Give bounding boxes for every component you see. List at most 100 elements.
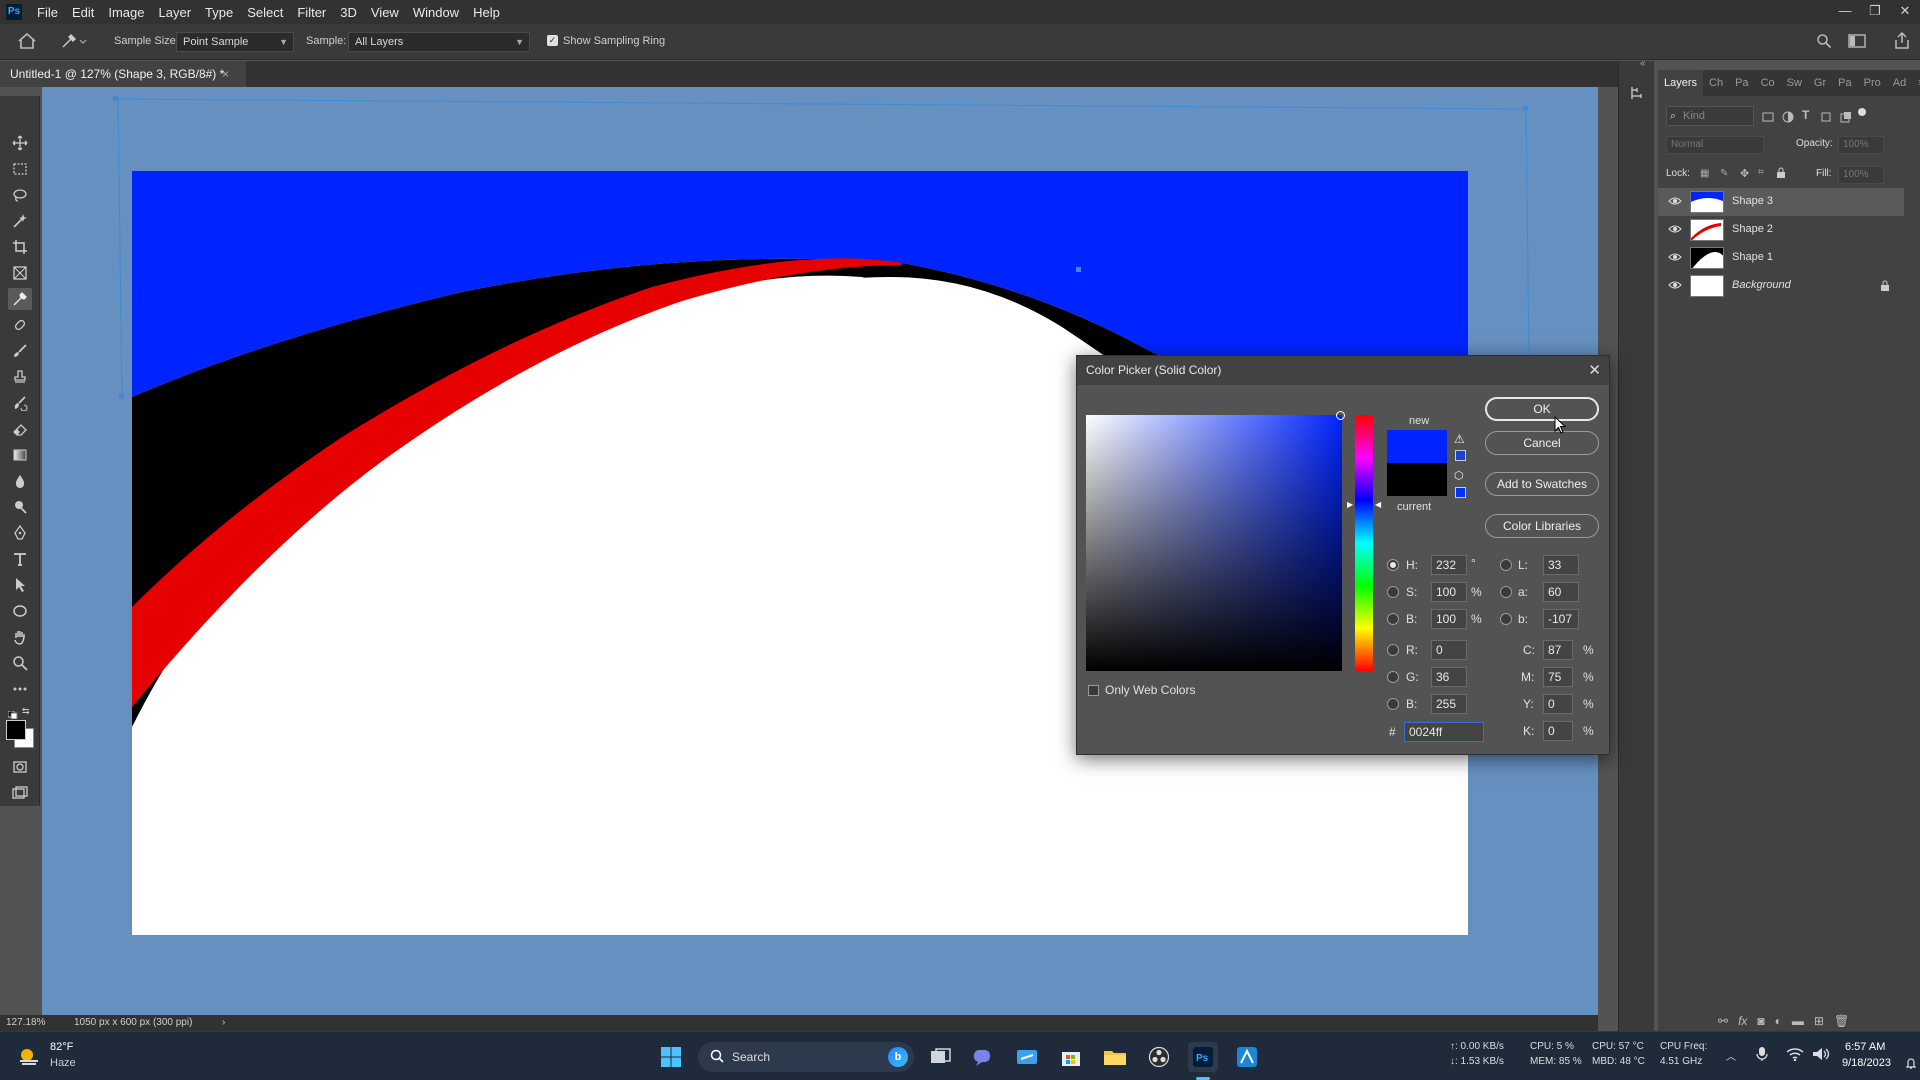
ellipse-tool-icon[interactable] — [8, 600, 32, 622]
web-safe-color-swatch[interactable] — [1455, 487, 1466, 498]
tab-channels[interactable]: Ch — [1703, 70, 1729, 96]
properties-panel-icon[interactable] — [1629, 85, 1645, 106]
dodge-tool-icon[interactable] — [8, 496, 32, 518]
eyedropper-tool-icon[interactable] — [8, 288, 32, 310]
panel-menu-icon[interactable]: ≡ — [1912, 70, 1920, 96]
bing-icon[interactable]: b — [888, 1047, 908, 1067]
lock-image-icon[interactable]: ✎ — [1720, 168, 1728, 179]
fill-field[interactable]: 100% — [1838, 166, 1884, 184]
menu-type[interactable]: Type — [198, 5, 240, 20]
tab-paths[interactable]: Pa — [1729, 70, 1754, 96]
hand-tool-icon[interactable] — [8, 626, 32, 648]
green-radio[interactable] — [1387, 671, 1399, 683]
lock-artboard-icon[interactable]: ⌗ — [1758, 167, 1764, 178]
move-tool-icon[interactable] — [8, 132, 32, 154]
color-libraries-button[interactable]: Color Libraries — [1485, 514, 1599, 538]
cyan-field[interactable]: 87 — [1543, 640, 1573, 660]
opacity-field[interactable]: 100% — [1838, 136, 1884, 154]
adjustment-layer-icon[interactable]: ◐ — [1775, 1014, 1782, 1028]
visibility-eye-icon[interactable] — [1668, 252, 1682, 265]
hue-slider[interactable] — [1355, 415, 1373, 671]
lasso-tool-icon[interactable] — [8, 184, 32, 206]
workspace-icon[interactable] — [1848, 33, 1866, 52]
layer-row-shape-3[interactable]: Shape 3 — [1658, 188, 1904, 216]
lab-b-radio[interactable] — [1500, 613, 1512, 625]
lab-l-field[interactable]: 33 — [1543, 555, 1579, 575]
lab-l-radio[interactable] — [1500, 559, 1512, 571]
green-field[interactable]: 36 — [1431, 667, 1467, 687]
menu-view[interactable]: View — [364, 5, 406, 20]
foreground-color-swatch[interactable] — [6, 720, 26, 740]
dialog-close-button[interactable]: ✕ — [1588, 356, 1601, 385]
history-brush-tool-icon[interactable] — [8, 392, 32, 414]
task-view-icon[interactable] — [926, 1042, 956, 1072]
dialog-titlebar[interactable]: Color Picker (Solid Color) ✕ — [1077, 356, 1609, 385]
lock-all-icon[interactable] — [1776, 166, 1786, 184]
status-menu-arrow[interactable]: › — [222, 1015, 225, 1031]
visibility-eye-icon[interactable] — [1668, 196, 1682, 209]
magenta-field[interactable]: 75 — [1543, 667, 1573, 687]
pen-tool-icon[interactable] — [8, 522, 32, 544]
blur-tool-icon[interactable] — [8, 470, 32, 492]
teams-chat-icon[interactable] — [968, 1042, 998, 1072]
swap-colors-icon[interactable]: ⇆ — [22, 706, 30, 717]
blend-mode-select[interactable]: Normal — [1666, 136, 1764, 154]
menu-image[interactable]: Image — [101, 5, 151, 20]
tab-adjustments[interactable]: Ad — [1887, 70, 1912, 96]
start-windows-icon[interactable] — [656, 1042, 686, 1072]
zoom-level[interactable]: 127.18% — [6, 1015, 45, 1031]
eyedropper-tool-preset-icon[interactable] — [60, 33, 88, 52]
zoom-tool-icon[interactable] — [8, 652, 32, 674]
delete-layer-icon[interactable]: 🗑 — [1834, 1014, 1849, 1028]
layer-row-shape-2[interactable]: Shape 2 — [1658, 216, 1904, 244]
home-icon[interactable] — [18, 32, 36, 52]
add-to-swatches-button[interactable]: Add to Swatches — [1485, 472, 1599, 496]
healing-brush-tool-icon[interactable] — [8, 314, 32, 336]
yellow-field[interactable]: 0 — [1543, 694, 1573, 714]
minimize-button[interactable]: — — [1830, 0, 1860, 24]
out-of-gamut-warning-icon[interactable]: ⚠ — [1454, 432, 1465, 446]
filter-type-icon[interactable]: T — [1802, 108, 1809, 122]
new-layer-icon[interactable]: ⊞ — [1814, 1014, 1824, 1028]
layer-name[interactable]: Shape 2 — [1732, 223, 1773, 235]
frame-tool-icon[interactable] — [8, 262, 32, 284]
color-field-marker[interactable] — [1336, 411, 1345, 420]
hue-field[interactable]: 232 — [1431, 555, 1467, 575]
anchor-point[interactable] — [1076, 267, 1081, 272]
search-icon[interactable] — [1816, 33, 1832, 52]
brush-tool-icon[interactable] — [8, 340, 32, 362]
menu-3d[interactable]: 3D — [333, 5, 364, 20]
lab-b-field[interactable]: -107 — [1543, 609, 1579, 629]
crop-tool-icon[interactable] — [8, 236, 32, 258]
taskbar-search-box[interactable]: Search b — [698, 1042, 914, 1072]
default-colors-icon[interactable] — [7, 706, 18, 720]
collapse-panels-icon[interactable]: « — [1640, 58, 1646, 69]
tab-swatches[interactable]: Sw — [1781, 70, 1808, 96]
screen-mode-icon[interactable] — [8, 782, 32, 804]
bounding-box-handle[interactable] — [119, 394, 124, 399]
lock-transparent-icon[interactable]: ▦ — [1700, 168, 1709, 179]
obs-icon[interactable] — [1144, 1042, 1174, 1072]
app-icon[interactable] — [1012, 1042, 1042, 1072]
tab-color[interactable]: Co — [1755, 70, 1781, 96]
filter-adjustment-icon[interactable] — [1782, 110, 1794, 128]
blue-radio[interactable] — [1387, 698, 1399, 710]
lab-a-radio[interactable] — [1500, 586, 1512, 598]
type-tool-icon[interactable] — [8, 548, 32, 570]
tab-gradients[interactable]: Gr — [1808, 70, 1832, 96]
black-field[interactable]: 0 — [1543, 721, 1573, 741]
menu-filter[interactable]: Filter — [290, 5, 333, 20]
layer-row-background[interactable]: Background — [1658, 272, 1904, 300]
notification-bell-icon[interactable] — [1905, 1056, 1917, 1074]
filter-toggle[interactable] — [1858, 108, 1866, 116]
layer-filter-kind[interactable]: ⌕ Kind — [1666, 106, 1754, 126]
red-field[interactable]: 0 — [1431, 640, 1467, 660]
eraser-tool-icon[interactable] — [8, 418, 32, 440]
photoshop-taskbar-icon[interactable]: Ps — [1188, 1042, 1218, 1072]
visibility-eye-icon[interactable] — [1668, 280, 1682, 293]
current-color-swatch[interactable] — [1387, 463, 1447, 496]
bounding-box-handle[interactable] — [113, 96, 118, 101]
weather-icon[interactable] — [16, 1044, 42, 1073]
layer-name[interactable]: Background — [1732, 279, 1791, 291]
file-explorer-icon[interactable] — [1100, 1042, 1130, 1072]
